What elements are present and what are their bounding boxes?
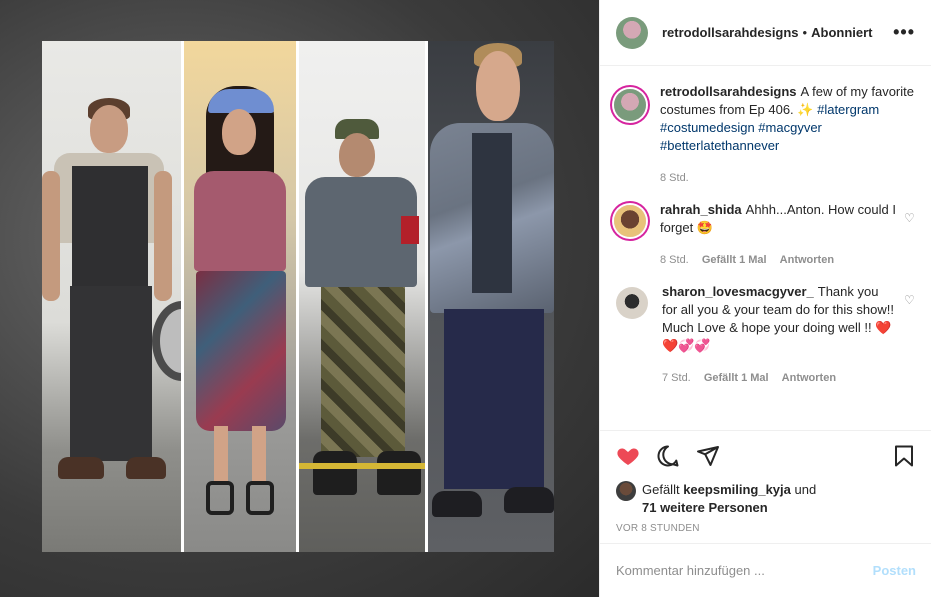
comment-time[interactable]: 8 Std. xyxy=(660,254,689,266)
comment-item: sharon_lovesmacgyver_ Thank you for all y… xyxy=(612,283,916,387)
add-comment-bar: Kommentar hinzufügen ... Posten xyxy=(600,543,931,597)
figure-head xyxy=(476,51,520,121)
comment-likes[interactable]: Gefällt 1 Mal xyxy=(702,254,767,266)
post-header: retrodollsarahdesigns • Abonniert ••• xyxy=(600,0,931,66)
costume-panel-4 xyxy=(428,41,554,552)
comment-like-heart-icon[interactable]: ♡ xyxy=(904,211,916,269)
liker-username[interactable]: keepsmiling_kyja xyxy=(683,482,791,497)
share-send-icon[interactable] xyxy=(696,444,720,468)
caption-time[interactable]: 8 Std. xyxy=(660,172,689,184)
action-bar xyxy=(616,441,916,471)
hashtag-link[interactable]: #latergram xyxy=(817,102,879,117)
figure-head xyxy=(90,105,128,153)
figure-armband xyxy=(401,216,419,244)
figure-arm-right xyxy=(154,171,172,301)
truck-wheel xyxy=(152,301,181,381)
hashtag-link[interactable]: #costumedesign xyxy=(660,120,755,135)
post-image[interactable] xyxy=(42,41,554,552)
figure-head xyxy=(339,133,375,177)
comment-like-heart-icon[interactable]: ♡ xyxy=(904,293,916,387)
liker-avatar[interactable] xyxy=(616,481,636,501)
header-separator: • xyxy=(802,25,808,40)
figure-blouse xyxy=(194,171,286,271)
comment-avatar[interactable] xyxy=(614,205,646,237)
comment-time[interactable]: 7 Std. xyxy=(662,372,691,384)
figure-boot-right xyxy=(377,451,421,495)
parking-line xyxy=(299,463,425,469)
comment-username[interactable]: rahrah_shida xyxy=(660,202,742,217)
comment-bubble-icon[interactable] xyxy=(656,444,680,468)
figure-leg-left xyxy=(214,426,228,484)
post-comment-button[interactable]: Posten xyxy=(873,563,916,578)
comment-input[interactable]: Kommentar hinzufügen ... xyxy=(616,563,765,578)
reply-button[interactable]: Antworten xyxy=(782,372,836,384)
caption-username[interactable]: retrodollsarahdesigns xyxy=(660,84,797,99)
figure-sneaker-left xyxy=(432,491,482,517)
costume-panel-3 xyxy=(299,41,425,552)
comment-meta: 8 Std. Gefällt 1 Mal Antworten xyxy=(660,251,896,269)
caption-avatar[interactable] xyxy=(614,89,646,121)
like-heart-icon[interactable] xyxy=(616,444,640,468)
costume-panel-1 xyxy=(42,41,181,552)
likes-connector: und xyxy=(794,482,817,497)
hashtag-link[interactable]: #betterlatethannever xyxy=(660,138,779,153)
author-username[interactable]: retrodollsarahdesigns xyxy=(662,25,799,40)
comment-avatar[interactable] xyxy=(616,287,648,319)
likes-others-link[interactable]: 71 weitere Personen xyxy=(642,500,768,515)
figure-camo-pants xyxy=(321,287,405,457)
post-sidebar: retrodollsarahdesigns • Abonniert ••• re… xyxy=(599,0,931,597)
figure-sneaker-right xyxy=(504,487,554,513)
post-actions: Gefällt keepsmiling_kyja und 71 weitere … xyxy=(600,430,931,534)
figure-arm-left xyxy=(42,171,60,301)
figure-tshirt xyxy=(472,133,512,293)
more-horizontal-icon[interactable]: ••• xyxy=(893,22,915,43)
follow-button[interactable]: Abonniert xyxy=(811,25,872,40)
figure-track-pants xyxy=(444,309,544,489)
figure-leg-right xyxy=(252,426,266,484)
comment-meta: 7 Std. Gefällt 1 Mal Antworten xyxy=(662,369,896,387)
caption: retrodollsarahdesigns A few of my favorit… xyxy=(612,83,916,187)
bookmark-icon[interactable] xyxy=(892,444,916,468)
costume-panel-2 xyxy=(184,41,296,552)
figure-sandal-right xyxy=(246,481,274,515)
figure-sandal-left xyxy=(206,481,234,515)
comment-likes[interactable]: Gefällt 1 Mal xyxy=(704,372,769,384)
figure-boot-right xyxy=(126,457,166,479)
reply-button[interactable]: Antworten xyxy=(780,254,834,266)
post-timestamp[interactable]: VOR 8 STUNDEN xyxy=(616,523,916,534)
figure-skirt xyxy=(196,271,286,431)
likes-prefix: Gefällt xyxy=(642,482,680,497)
comments-list[interactable]: retrodollsarahdesigns A few of my favorit… xyxy=(600,67,931,430)
figure-overalls xyxy=(72,166,148,286)
author-avatar[interactable] xyxy=(616,16,648,49)
figure-legs xyxy=(70,286,152,461)
likes-summary: Gefällt keepsmiling_kyja und 71 weitere … xyxy=(616,481,916,517)
figure-boot-left xyxy=(313,451,357,495)
hashtag-link[interactable]: #macgyver xyxy=(758,120,822,135)
caption-meta: 8 Std. xyxy=(660,169,916,187)
figure-head xyxy=(222,109,256,155)
comment-username[interactable]: sharon_lovesmacgyver_ xyxy=(662,284,814,299)
comment-item: rahrah_shida Ahhh...Anton. How could I fo… xyxy=(612,201,916,269)
figure-boot-left xyxy=(58,457,104,479)
